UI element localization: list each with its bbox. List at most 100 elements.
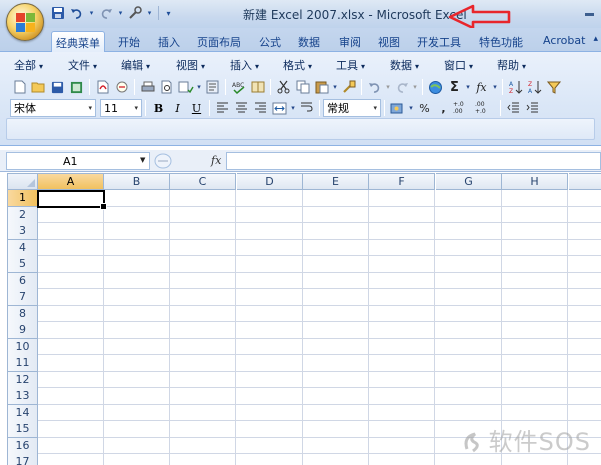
column-header[interactable]: F bbox=[369, 173, 435, 190]
row-header[interactable]: 8 bbox=[7, 305, 38, 323]
align-right-icon[interactable] bbox=[251, 99, 270, 117]
merge-center-icon[interactable] bbox=[270, 99, 289, 117]
paste-icon[interactable] bbox=[312, 78, 331, 96]
column-header[interactable]: G bbox=[436, 173, 502, 190]
redo-dropdown-icon[interactable]: ▾ bbox=[117, 5, 124, 21]
select-all-button[interactable] bbox=[7, 173, 38, 190]
name-box[interactable]: A1 bbox=[6, 152, 150, 170]
tab-data[interactable]: 数据 bbox=[294, 31, 324, 52]
row-header[interactable]: 10 bbox=[7, 338, 38, 356]
wrap-text-icon[interactable] bbox=[297, 99, 316, 117]
undo-icon[interactable] bbox=[69, 5, 85, 21]
font-name-select[interactable]: 宋体 ▾ bbox=[10, 99, 96, 117]
chevron-down-icon[interactable]: ▼ bbox=[140, 156, 145, 164]
menu-tools[interactable]: 工具 ▾ bbox=[336, 57, 365, 73]
filter-icon[interactable] bbox=[544, 78, 563, 96]
research-icon[interactable] bbox=[203, 78, 222, 96]
row-header[interactable]: 12 bbox=[7, 371, 38, 389]
menu-insert[interactable]: 插入 ▾ bbox=[230, 57, 259, 73]
decrease-indent-icon[interactable] bbox=[504, 99, 523, 117]
column-header[interactable]: C bbox=[170, 173, 236, 190]
row-header[interactable]: 5 bbox=[7, 256, 38, 273]
row-header[interactable]: 1 bbox=[7, 190, 38, 207]
spelling-dropdown-icon[interactable]: ▾ bbox=[195, 78, 203, 96]
insert-function-icon[interactable]: fx bbox=[472, 78, 491, 96]
font-size-select[interactable]: 11 ▾ bbox=[100, 99, 142, 117]
increase-indent-icon[interactable] bbox=[523, 99, 542, 117]
redo-dropdown-icon[interactable]: ▾ bbox=[411, 78, 419, 96]
undo-dropdown-icon[interactable]: ▾ bbox=[88, 5, 95, 21]
tools-dropdown-icon[interactable]: ▾ bbox=[146, 5, 153, 21]
row-header[interactable]: 4 bbox=[7, 239, 38, 257]
tab-insert[interactable]: 插入 bbox=[154, 31, 184, 52]
function-dropdown-icon[interactable]: ▾ bbox=[491, 78, 499, 96]
row-header[interactable]: 13 bbox=[7, 388, 38, 405]
abc-check-icon[interactable]: ABC bbox=[229, 78, 248, 96]
column-header[interactable]: A bbox=[38, 173, 104, 190]
row-header[interactable]: 7 bbox=[7, 289, 38, 306]
spelling-icon[interactable] bbox=[176, 78, 195, 96]
tab-formulas[interactable]: 公式 bbox=[255, 31, 285, 52]
tab-home[interactable]: 开始 bbox=[114, 31, 144, 52]
menu-data[interactable]: 数据 ▾ bbox=[390, 57, 419, 73]
print-preview-icon[interactable] bbox=[157, 78, 176, 96]
tab-view[interactable]: 视图 bbox=[374, 31, 404, 52]
row-header[interactable]: 16 bbox=[7, 437, 38, 455]
sort-ascending-icon[interactable]: AZ bbox=[506, 78, 525, 96]
menu-window[interactable]: 窗口 ▾ bbox=[444, 57, 473, 73]
row-header[interactable]: 14 bbox=[7, 404, 38, 422]
column-header[interactable]: H bbox=[502, 173, 568, 190]
column-header-partial[interactable] bbox=[569, 173, 601, 190]
underline-button[interactable]: U bbox=[187, 99, 206, 117]
italic-button[interactable]: I bbox=[168, 99, 187, 117]
row-header[interactable]: 2 bbox=[7, 206, 38, 224]
row-header[interactable]: 15 bbox=[7, 421, 38, 438]
permission-icon[interactable] bbox=[67, 78, 86, 96]
column-header[interactable]: E bbox=[303, 173, 369, 190]
autosum-dropdown-icon[interactable]: ▾ bbox=[464, 78, 472, 96]
expand-handle-icon[interactable] bbox=[153, 152, 173, 170]
paste-dropdown-icon[interactable]: ▾ bbox=[331, 78, 339, 96]
row-header[interactable]: 6 bbox=[7, 272, 38, 290]
merge-dropdown-icon[interactable]: ▾ bbox=[289, 99, 297, 117]
tools-icon[interactable] bbox=[127, 5, 143, 21]
tab-page-layout[interactable]: 页面布局 bbox=[193, 31, 245, 52]
accounting-dropdown-icon[interactable]: ▾ bbox=[407, 99, 415, 117]
cut-icon[interactable] bbox=[274, 78, 293, 96]
active-cell[interactable] bbox=[37, 190, 107, 210]
convert-icon[interactable] bbox=[112, 78, 131, 96]
align-center-icon[interactable] bbox=[232, 99, 251, 117]
percent-button[interactable]: % bbox=[415, 99, 434, 117]
autosum-icon[interactable]: Σ bbox=[445, 78, 464, 96]
tab-acrobat[interactable]: Acrobat bbox=[539, 31, 589, 52]
accounting-format-icon[interactable] bbox=[388, 99, 407, 117]
undo-icon[interactable] bbox=[365, 78, 384, 96]
insert-function-button[interactable]: fx bbox=[211, 154, 221, 167]
menu-help[interactable]: 帮助 ▾ bbox=[497, 57, 526, 73]
tab-special-features[interactable]: 特色功能 bbox=[475, 31, 527, 52]
decrease-decimal-button[interactable]: .00 +.0 bbox=[475, 99, 497, 117]
column-header[interactable]: D bbox=[237, 173, 303, 190]
hyperlink-icon[interactable] bbox=[426, 78, 445, 96]
menu-format[interactable]: 格式 ▾ bbox=[283, 57, 312, 73]
print-icon[interactable] bbox=[138, 78, 157, 96]
bold-button[interactable]: B bbox=[149, 99, 168, 117]
row-header[interactable]: 17 bbox=[7, 454, 38, 465]
copy-icon[interactable] bbox=[293, 78, 312, 96]
minimize-icon[interactable] bbox=[581, 2, 599, 20]
undo-dropdown-icon[interactable]: ▾ bbox=[384, 78, 392, 96]
tab-review[interactable]: 审阅 bbox=[335, 31, 365, 52]
tab-classic-menu[interactable]: 经典菜单 bbox=[51, 31, 105, 52]
redo-icon[interactable] bbox=[98, 5, 114, 21]
increase-decimal-button[interactable]: +.0 .00 bbox=[453, 99, 475, 117]
customize-icon[interactable]: ▾ bbox=[164, 5, 173, 21]
sort-descending-icon[interactable]: ZA bbox=[525, 78, 544, 96]
ribbon-minimize-icon[interactable]: ▴ bbox=[593, 34, 598, 44]
tab-developer[interactable]: 开发工具 bbox=[413, 31, 465, 52]
menu-all[interactable]: 全部 ▾ bbox=[14, 57, 43, 73]
open-folder-icon[interactable] bbox=[29, 78, 48, 96]
menu-edit[interactable]: 编辑 ▾ bbox=[121, 57, 150, 73]
formula-input[interactable] bbox=[226, 152, 601, 170]
row-header[interactable]: 9 bbox=[7, 322, 38, 339]
comma-button[interactable]: , bbox=[434, 99, 453, 117]
